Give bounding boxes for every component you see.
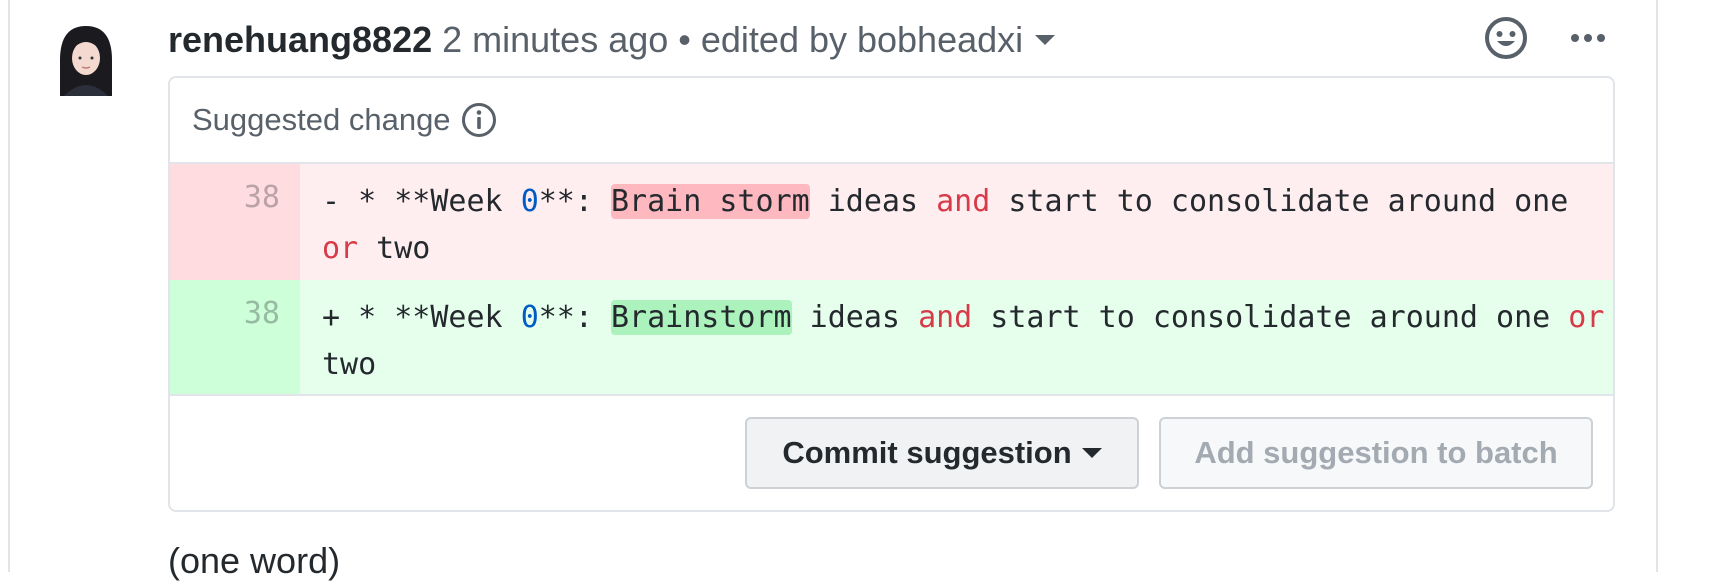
more-options-button[interactable]: [1562, 12, 1614, 64]
diff-line-added: 38 + * **Week 0**: Brainstorm ideas and …: [170, 280, 1613, 396]
code-text: start to consolidate around one: [972, 300, 1569, 335]
triangle-down-icon: [1081, 448, 1102, 458]
author-name[interactable]: renehuang8822: [168, 19, 432, 61]
commit-suggestion-label: Commit suggestion: [782, 435, 1072, 470]
smiley-icon: [1485, 17, 1527, 59]
suggested-change-box: Suggested change 38 - * **Week 0**: Brai…: [168, 76, 1615, 512]
code-keyword: and: [936, 184, 991, 219]
suggestion-header: Suggested change: [170, 78, 1613, 164]
code-text: ideas: [809, 184, 937, 219]
code-number: 0: [520, 300, 539, 335]
avatar[interactable]: [50, 20, 122, 96]
line-number[interactable]: 38: [170, 164, 300, 280]
code-text: two: [358, 231, 431, 266]
commit-suggestion-button[interactable]: Commit suggestion: [745, 417, 1139, 489]
code-number: 0: [520, 184, 539, 219]
add-reaction-button[interactable]: [1480, 12, 1532, 64]
code-text: **:: [538, 184, 611, 219]
header-actions: [1480, 12, 1614, 64]
code-text: + * **Week: [322, 300, 521, 335]
code-keyword: or: [1568, 300, 1605, 335]
code-keyword: or: [322, 231, 359, 266]
code-line-added: + * **Week 0**: Brainstorm ideas and sta…: [300, 280, 1613, 396]
code-text: **:: [538, 300, 611, 335]
comment-header: renehuang8822 2 minutes ago • edited by …: [168, 16, 1056, 64]
triangle-down-icon[interactable]: [1035, 35, 1056, 45]
add-to-batch-button[interactable]: Add suggestion to batch: [1159, 417, 1593, 489]
code-text: ideas: [791, 300, 919, 335]
suggestion-title: Suggested change: [192, 102, 451, 137]
code-keyword: and: [918, 300, 973, 335]
avatar-image: [50, 20, 122, 96]
changed-text-highlight: Brainstorm: [611, 300, 792, 335]
comment-meta[interactable]: 2 minutes ago • edited by bobheadxi: [442, 19, 1023, 61]
code-text: start to consolidate around one: [990, 184, 1587, 219]
comment-body: (one word): [168, 540, 341, 581]
code-line-removed: - * **Week 0**: Brain storm ideas and st…: [300, 164, 1613, 280]
suggestion-actions: Commit suggestion Add suggestion to batc…: [170, 394, 1613, 510]
line-number[interactable]: 38: [170, 280, 300, 396]
changed-text-highlight: Brain storm: [611, 184, 810, 219]
diff-line-removed: 38 - * **Week 0**: Brain storm ideas and…: [170, 164, 1613, 280]
info-icon[interactable]: [461, 102, 497, 138]
code-text: - * **Week: [322, 184, 521, 219]
add-to-batch-label: Add suggestion to batch: [1194, 435, 1558, 470]
kebab-horizontal-icon: [1571, 34, 1605, 42]
